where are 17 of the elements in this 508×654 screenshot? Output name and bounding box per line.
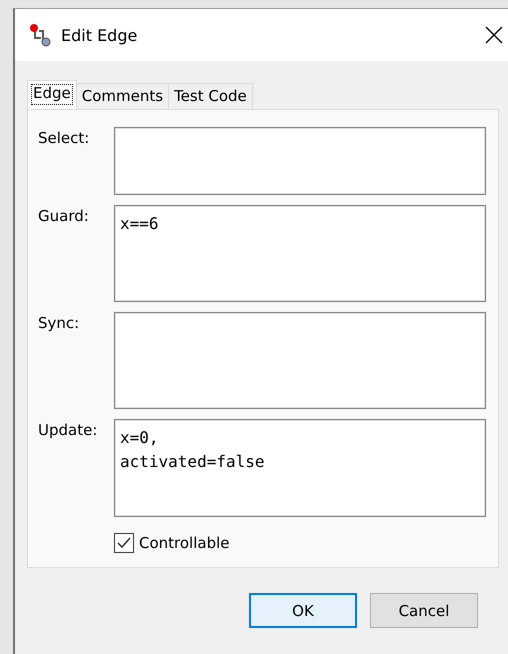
text-area[interactable] xyxy=(114,312,486,409)
close-button[interactable] xyxy=(483,24,505,46)
field-label: Sync: xyxy=(38,313,80,334)
checkbox-label: Controllable xyxy=(139,534,230,552)
field-label: Guard: xyxy=(38,206,90,227)
window-title: Edit Edge xyxy=(61,26,138,44)
tab[interactable]: Test Code xyxy=(168,83,253,109)
tab[interactable]: Edge xyxy=(27,80,77,109)
field-label: Update: xyxy=(38,420,98,441)
edge-icon xyxy=(29,23,53,47)
field-label: Select: xyxy=(38,128,90,149)
checkbox[interactable] xyxy=(114,533,134,553)
text-area[interactable]: x==6 xyxy=(114,205,486,302)
text-area[interactable] xyxy=(114,127,486,195)
text-area[interactable]: x=0, activated=false xyxy=(114,419,486,517)
dialog-button[interactable]: Cancel xyxy=(370,593,478,628)
dialog-button[interactable]: OK xyxy=(249,593,357,628)
